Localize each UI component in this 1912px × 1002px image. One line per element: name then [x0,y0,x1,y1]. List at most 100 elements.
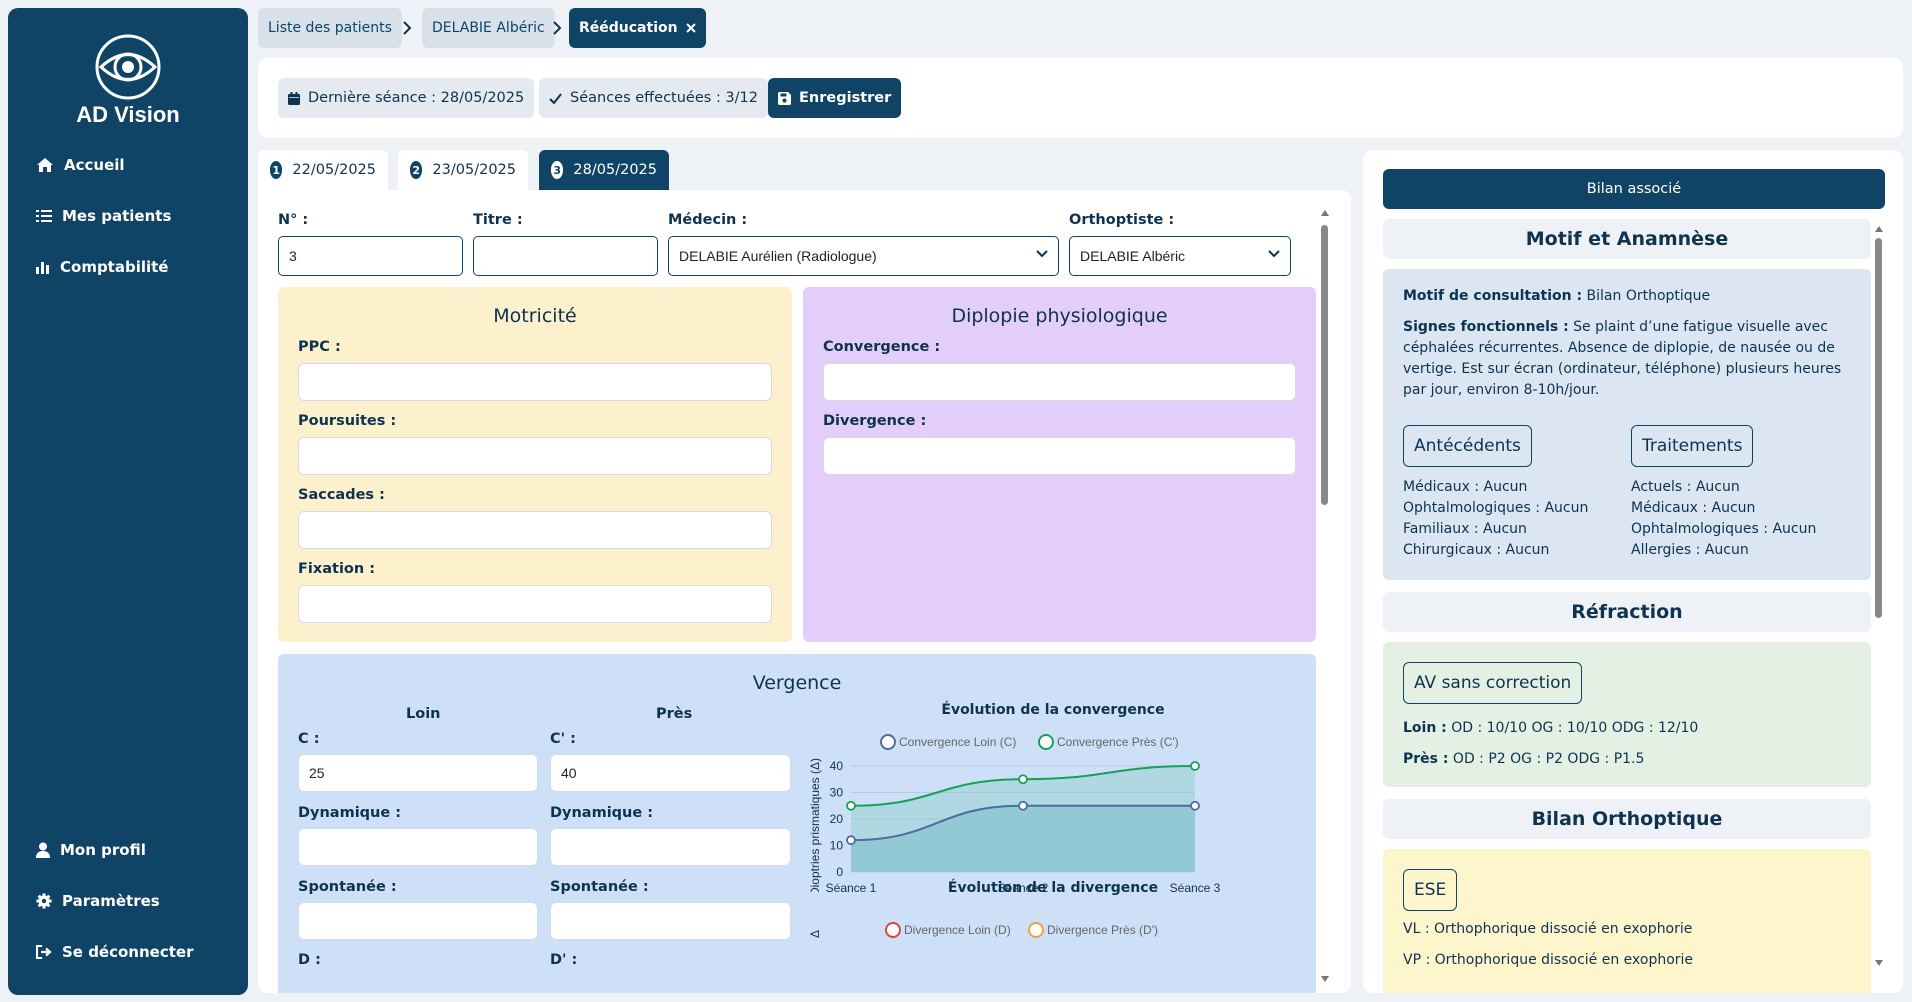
sidebar-item-mon-profil[interactable]: Mon profil [36,841,146,859]
saccades-input[interactable] [298,511,772,549]
breadcrumb-patient[interactable]: DELABIE Albéric [422,8,555,48]
ese-vl: VL : Orthophorique dissocié en exophorie [1403,919,1692,940]
bilan-scrollbar[interactable] [1875,226,1883,968]
close-icon[interactable] [685,23,696,33]
tab-session-3[interactable]: 3 28/05/2025 [539,150,669,190]
antecedent-label: Familiaux : [1403,521,1479,537]
y-tick-label: 40 [830,759,844,773]
bilan-associe-button[interactable]: Bilan associé [1383,169,1885,209]
convergence-chart: Convergence Loin (C) Convergence Près (C'… [808,734,1221,892]
traitement-value: Aucun [1711,500,1756,516]
ese-vp: VP : Orthophorique dissocié en exophorie [1403,950,1693,971]
scrollbar-thumb[interactable] [1875,238,1882,618]
main-scrollbar[interactable] [1321,210,1329,992]
antecedent-value: Aucun [1483,521,1527,537]
sessions-done-text: Séances effectuées : 3/12 [570,90,758,106]
scroll-down-icon[interactable] [1875,960,1883,966]
motif-consultation: Motif de consultation : Bilan Orthoptiqu… [1403,286,1853,307]
convergence-input[interactable] [823,363,1296,401]
bilan-associe-label: Bilan associé [1586,181,1682,197]
medecin-select[interactable]: DELABIE Aurélien (Radiologue) [668,236,1059,276]
breadcrumb-patients-list[interactable]: Liste des patients [258,8,402,48]
motif-value: Bilan Orthoptique [1586,288,1711,304]
motricite-title: Motricité [493,305,577,327]
sidebar-item-mes-patients[interactable]: Mes patients [36,207,171,225]
cp-input[interactable]: 40 [550,754,791,792]
medecin-value: DELABIE Aurélien (Radiologue) [679,248,877,264]
divergence-label: Divergence : [823,413,927,429]
titre-input[interactable] [473,236,658,276]
tab-number: 3 [551,161,564,179]
traitement-value: Aucun [1695,479,1740,495]
traitement-allergies: Allergies : Aucun [1631,540,1816,561]
bilan-orthoptique-section: ESE VL : Orthophorique dissocié en exoph… [1383,849,1871,993]
sidebar: AD Vision Accueil Mes patients Comptabil… [8,8,248,995]
spontanee-pres-input[interactable] [550,902,791,940]
dynamique-pres-input[interactable] [550,828,791,866]
no-input[interactable]: 3 [278,236,463,276]
fixation-input[interactable] [298,585,772,623]
dynamique-loin-label: Dynamique : [298,805,402,821]
poursuites-input[interactable] [298,437,772,475]
scrollbar-thumb[interactable] [1321,225,1328,505]
loin-column-label: Loin [406,706,441,722]
bilan-orthoptique-section-title: Bilan Orthoptique [1383,799,1871,839]
vl-label: VL : [1403,921,1430,937]
orthoptiste-select[interactable]: DELABIE Albéric [1069,236,1291,276]
antecedents-list: Médicaux : Aucun Ophtalmologiques : Aucu… [1403,477,1588,561]
chevron-down-icon [1036,250,1048,258]
c-input[interactable]: 25 [298,754,538,792]
sidebar-item-comptabilite[interactable]: Comptabilité [36,258,168,276]
diplopie-title: Diplopie physiologique [951,305,1168,327]
antecedent-value: Aucun [1505,542,1550,558]
antecedents-title: Antécédents [1414,436,1521,456]
traitement-value: Aucun [1704,542,1749,558]
tab-label: 22/05/2025 [292,162,376,178]
antecedent-label: Médicaux : [1403,479,1480,495]
sidebar-item-parametres[interactable]: Paramètres [36,892,160,910]
legend-label: Divergence Loin (D) [904,923,1011,937]
ppc-input[interactable] [298,363,772,401]
y-tick-label: 10 [830,839,844,853]
motif-section: Motif de consultation : Bilan Orthoptiqu… [1383,269,1871,580]
antecedent-value: Aucun [1544,500,1589,516]
calendar-icon [288,91,300,105]
legend-marker [885,922,901,938]
antecedent-medicaux: Médicaux : Aucun [1403,477,1588,498]
breadcrumb-reeducation[interactable]: Rééducation [569,8,706,48]
motricite-card: Motricité PPC : Poursuites : Saccades : … [278,287,792,642]
dynamique-pres-label: Dynamique : [550,805,654,821]
antecedent-label: Chirurgicaux : [1403,542,1502,558]
antecedent-ophtalmo: Ophtalmologiques : Aucun [1403,498,1588,519]
poursuites-label: Poursuites : [298,413,397,429]
scroll-up-icon[interactable] [1321,210,1329,216]
c-label: C : [298,731,320,747]
antecedent-value: Aucun [1483,479,1528,495]
orthoptiste-label: Orthoptiste : [1069,212,1175,228]
toolbar: Dernière séance : 28/05/2025 Séances eff… [258,58,1903,138]
traitements-title: Traitements [1642,436,1743,456]
data-point [1018,774,1028,785]
breadcrumb-label: DELABIE Albéric [432,20,545,36]
scroll-up-icon[interactable] [1875,226,1883,232]
y-tick-label: 0 [836,865,843,879]
y-tick-label: 20 [830,812,844,826]
tab-session-1[interactable]: 1 22/05/2025 [258,150,388,190]
divergence-chart: Δ Divergence Loin (D) Divergence Près (D') [808,922,1158,938]
convergence-label: Convergence : [823,339,941,355]
save-button[interactable]: Enregistrer [768,78,902,118]
divergence-input[interactable] [823,437,1296,475]
sidebar-item-se-deconnecter[interactable]: Se déconnecter [36,943,193,961]
chevron-right-icon [552,20,562,39]
cp-label: C' : [550,731,576,747]
spontanee-loin-input[interactable] [298,902,538,940]
scroll-down-icon[interactable] [1321,976,1329,982]
sidebar-item-accueil[interactable]: Accueil [36,156,125,174]
tab-session-2[interactable]: 2 23/05/2025 [398,150,528,190]
dynamique-loin-input[interactable] [298,828,538,866]
sidebar-item-label: Paramètres [62,892,160,910]
d-label: D : [298,952,321,968]
traitements-header: Traitements [1631,425,1754,467]
motif-title: Motif et Anamnèse [1525,228,1729,250]
antecedent-familiaux: Familiaux : Aucun [1403,519,1588,540]
